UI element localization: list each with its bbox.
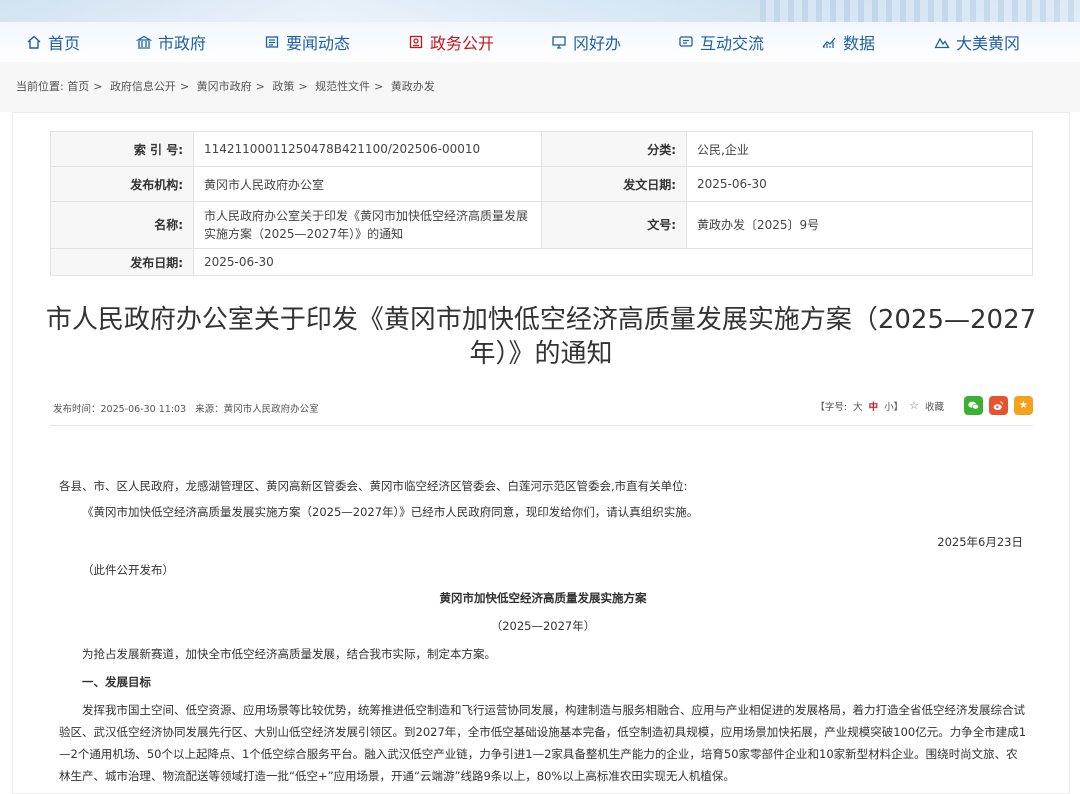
nav-label: 要闻动态 [286,34,351,53]
font-size-small-button[interactable]: 小】 [884,399,903,413]
nav-item-interaction[interactable]: 互动交流 [678,30,764,54]
news-icon [264,34,280,50]
monitor-icon [551,34,567,50]
breadcrumb-separator: > [298,80,308,93]
favorite-star-icon[interactable]: ★ [1014,396,1033,415]
header-banner: 首页 市政府 要闻动态 政务公开 冈好办 互动交流 数据 大美黄冈 [0,0,1080,62]
document-name-label: 名称: [50,201,194,249]
article-source: 来源：黄冈市人民政府办公室 [195,404,319,415]
font-size-large-button[interactable]: 大 [853,399,863,413]
publish-date-label: 发布日期: [50,248,194,276]
nav-label: 首页 [48,34,81,53]
nav-label: 冈好办 [573,34,622,53]
star-outline-icon[interactable]: ☆ [909,399,919,412]
document-date-label: 发文日期: [541,166,687,202]
font-size-label: 【字号: [815,401,848,413]
document-metadata-table: 索 引 号: 11421100011250478B421100/202506-0… [50,131,1033,276]
breadcrumb-separator: > [93,80,103,93]
nav-label: 大美黄冈 [956,34,1021,53]
document-number-value: 黄政办发〔2025〕9号 [686,201,1033,249]
nav-item-city-government[interactable]: 市政府 [136,30,206,54]
public-release-note: （此件公开发布） [82,563,174,577]
article-info-bar: 发布时间：2025-06-30 11:03 来源：黄冈市人民政府办公室 【字号:… [53,396,1033,418]
goals-paragraph: 发挥我市国土空间、低空资源、应用场景等比较优势，统筹推进低空制造和飞行运营协同发… [59,703,1027,783]
breadcrumb-link-normative-docs[interactable]: 规范性文件 [315,80,370,93]
publish-date-value: 2025-06-30 [193,248,1033,276]
chart-icon [821,34,837,50]
issuer-value: 黄冈市人民政府办公室 [193,166,542,202]
document-date-value: 2025-06-30 [686,166,1033,202]
publish-time: 发布时间：2025-06-30 11:03 [53,404,187,415]
divider [50,425,1033,426]
breadcrumb-link-city-gov[interactable]: 黄冈市政府 [197,80,252,93]
government-building-icon [136,34,152,50]
issuer-label: 发布机构: [50,166,194,202]
main-nav: 首页 市政府 要闻动态 政务公开 冈好办 互动交流 数据 大美黄冈 [0,22,1080,62]
nav-item-public-affairs[interactable]: 政务公开 [408,30,494,54]
article-body: 各县、市、区人民政府，龙感湖管理区、黄冈高新区管委会、黄冈市临空经济区管委会、白… [59,473,1027,787]
breadcrumb-link-policy[interactable]: 政策 [272,80,294,93]
index-number-value: 11421100011250478B421100/202506-00010 [193,131,542,167]
section-heading: 一、发展目标 [82,675,151,689]
document-number-label: 文号: [541,201,687,249]
breadcrumb-separator: > [179,80,190,93]
article-title: 市人民政府办公室关于印发《黄冈市加快低空经济高质量发展实施方案（2025—202… [45,305,1037,369]
font-size-medium-button[interactable]: 中 [869,399,879,413]
document-name-value: 市人民政府办公室关于印发《黄冈市加快低空经济高质量发展实施方案（2025—202… [193,201,542,249]
plan-years: （2025—2027年） [490,619,596,633]
nav-label: 互动交流 [700,34,765,53]
nav-label: 市政府 [158,34,207,53]
nav-item-service[interactable]: 冈好办 [551,30,621,54]
home-icon [26,34,42,50]
nav-item-beautiful-huanggang[interactable]: 大美黄冈 [934,30,1020,54]
article-panel: 索 引 号: 11421100011250478B421100/202506-0… [12,112,1070,794]
notice-date: 2025年6月23日 [937,535,1023,549]
plan-title: 黄冈市加快低空经济高质量发展实施方案 [439,591,647,605]
header-banner-skyline [760,0,1080,22]
breadcrumb-link-huangzhengbanfa[interactable]: 黄政办发 [391,80,435,93]
breadcrumb-separator: > [374,80,384,93]
chat-icon [678,34,694,50]
breadcrumb-prefix: 当前位置: [16,80,64,93]
nav-item-data[interactable]: 数据 [821,30,875,54]
notice-paragraph: 《黄冈市加快低空经济高质量发展实施方案（2025—2027年）》已经市人民政府同… [82,505,699,519]
nav-item-news[interactable]: 要闻动态 [264,30,350,54]
weibo-share-icon[interactable] [989,396,1008,415]
category-label: 分类: [541,131,687,167]
plan-intro: 为抢占发展新赛道，加快全市低空经济高质量发展，结合我市实际，制定本方案。 [82,647,496,661]
breadcrumb-separator: > [255,80,265,93]
breadcrumb-link-home[interactable]: 首页 [67,80,89,93]
breadcrumb-link-gov-info[interactable]: 政府信息公开 [110,80,176,93]
nav-label: 政务公开 [430,34,495,53]
index-number-label: 索 引 号: [50,131,194,167]
mountain-icon [934,34,950,50]
wechat-share-icon[interactable] [964,396,983,415]
category-value: 公民,企业 [686,131,1033,167]
public-affairs-icon [408,34,424,50]
collect-button[interactable]: 收藏 [925,399,944,413]
nav-label: 数据 [843,34,876,53]
addressee: 各县、市、区人民政府，龙感湖管理区、黄冈高新区管委会、黄冈市临空经济区管委会、白… [59,479,688,493]
breadcrumb: 当前位置: 首页 > 政府信息公开 > 黄冈市政府 > 政策 > 规范性文件 > 黄政办发 [0,62,1080,112]
nav-item-home[interactable]: 首页 [26,30,80,54]
